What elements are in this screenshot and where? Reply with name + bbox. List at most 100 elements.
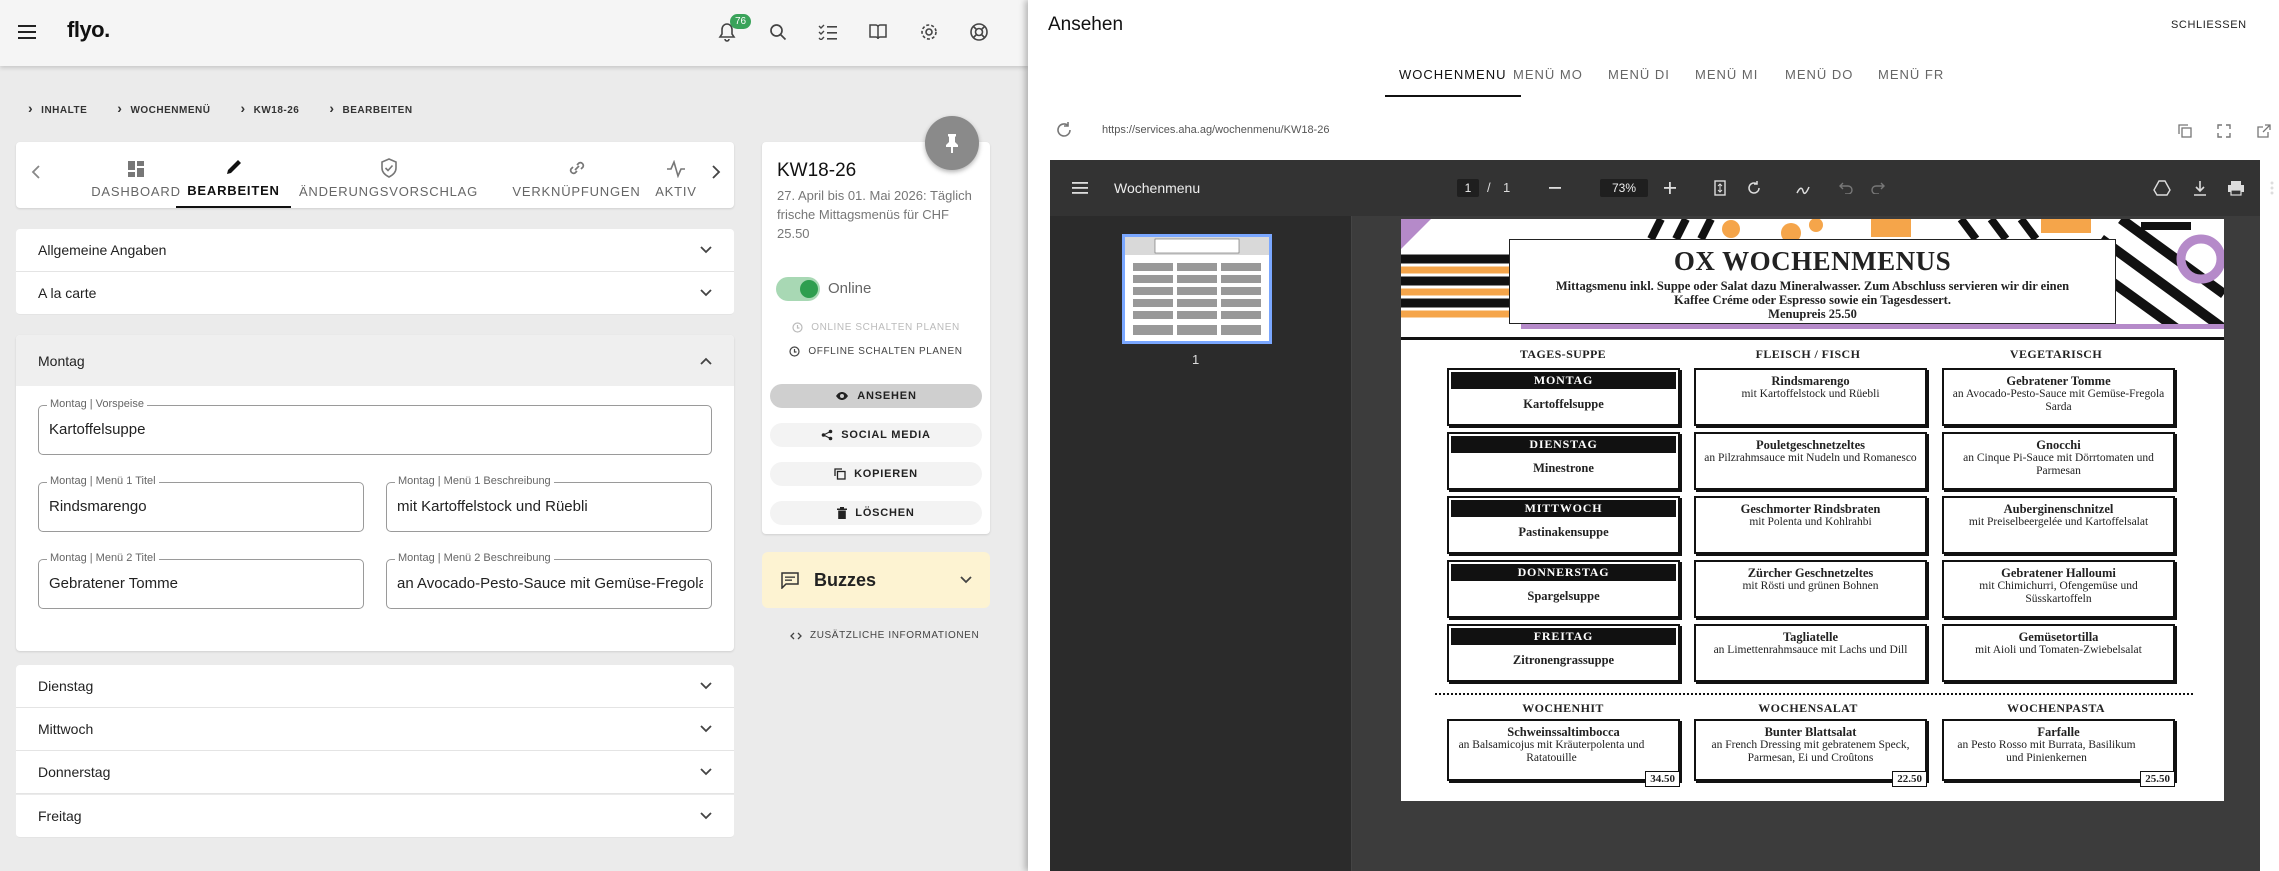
clock-icon [792,322,803,333]
chevron-down-icon [700,682,712,690]
veg-box-freitag: Gemüsetortilla mit Aioli und Tomaten-Zwi… [1942,624,2175,682]
section-donnerstag[interactable]: Donnerstag [16,751,734,794]
pin-icon [946,134,958,153]
menu-subtitle: Mittagsmenu inkl. Suppe oder Salat dazu … [1555,279,2070,307]
section-dienstag[interactable]: Dienstag [16,665,734,708]
trash-icon [837,507,848,519]
divider [1401,337,2224,340]
view-button[interactable]: ANSEHEN [770,384,982,408]
veg-box-dienstag: Gnocchi an Cinque Pi-Sauce mit Dörrtomat… [1942,432,2175,490]
undo-icon[interactable] [1836,178,1856,198]
tab-menu-di[interactable]: MENÜ DI [1608,67,1670,97]
annotate-icon[interactable] [1794,178,1814,198]
breadcrumb-item[interactable]: BEARBEITEN [329,100,413,116]
section-a-la-carte[interactable]: A la carte [16,272,734,315]
social-media-button[interactable]: SOCIAL MEDIA [770,423,982,447]
veg-box-mittwoch: Auberginenschnitzel mit Preiselbeergelée… [1942,496,2175,554]
tab-menu-mo[interactable]: MENÜ MO [1513,67,1583,97]
logo[interactable]: flyo. [67,17,110,43]
additional-info-link[interactable]: ZUSÄTZLICHE INFORMATIONEN [790,630,979,641]
section-montag: Montag Montag | Vorspeise Kartoffelsuppe… [16,335,734,651]
tab-menu-mi[interactable]: MENÜ MI [1695,67,1758,97]
dashboard-icon [127,152,145,178]
fit-page-icon[interactable] [1710,178,1730,198]
more-vertical-icon[interactable] [2262,178,2279,198]
save-to-drive-icon[interactable] [2152,178,2172,198]
section-freitag[interactable]: Freitag [16,795,734,838]
chevron-down-icon [960,576,972,584]
help-lifebuoy-icon[interactable] [964,17,994,47]
pin-button[interactable] [925,116,979,170]
menu-icon[interactable] [1070,178,1090,198]
veg-box-montag: Gebratener Tomme an Avocado-Pesto-Sauce … [1942,368,2175,426]
menu-icon[interactable] [12,17,42,47]
breadcrumb-item[interactable]: WOCHENMENÜ [117,100,210,116]
refresh-icon[interactable] [1054,120,1074,140]
activity-icon [666,152,686,178]
tab-menu-fr[interactable]: MENÜ FR [1878,67,1944,97]
open-external-icon[interactable] [2257,124,2271,138]
tab-bar: DASHBOARD BEARBEITEN ÄNDERUNGSVORSCHLAG … [16,142,734,208]
tab-aenderungsvorschlag[interactable]: ÄNDERUNGSVORSCHLAG [299,142,477,208]
download-icon[interactable] [2190,178,2210,198]
breadcrumb-item[interactable]: INHALTE [28,100,87,116]
tab-verknuepfungen[interactable]: VERKNÜPFUNGEN [494,142,659,208]
tab-wochenmenu[interactable]: WOCHENMENU [1385,67,1521,97]
copy-url-icon[interactable] [2178,124,2192,138]
schedule-online-button[interactable]: ONLINE SCHALTEN PLANEN [762,322,990,333]
vorspeise-field[interactable]: Montag | Vorspeise Kartoffelsuppe [38,398,712,455]
meat-box-freitag: Tagliatelle an Limettenrahmsauce mit Lac… [1694,624,1927,682]
weekly-header-pasta: WOCHENPASTA [2007,701,2105,715]
copy-button[interactable]: KOPIEREN [770,462,982,486]
section-montag-header[interactable]: Montag [16,335,734,386]
section-allgemeine-angaben[interactable]: Allgemeine Angaben [16,229,734,272]
link-icon [567,152,587,178]
meat-box-montag: Rindsmarengo mit Kartoffelstock und Rüeb… [1694,368,1927,426]
menu2-title-field[interactable]: Montag | Menü 2 Titel Gebratener Tomme [38,552,364,609]
page-number-input[interactable]: 1 [1457,179,1479,197]
close-button[interactable]: SCHLIESSEN [2171,19,2247,31]
zoom-level[interactable]: 73% [1600,179,1648,197]
menu2-description-field[interactable]: Montag | Menü 2 Beschreibung an Avocado-… [386,552,712,609]
section-mittwoch[interactable]: Mittwoch [16,708,734,751]
buzzes-panel[interactable]: Buzzes [762,552,990,608]
search-icon[interactable] [763,17,793,47]
preview-title: Ansehen [1048,14,1124,35]
online-toggle[interactable] [776,277,820,301]
delete-button[interactable]: LÖSCHEN [770,501,982,525]
zoom-out-icon[interactable] [1545,178,1565,198]
chevron-down-icon [700,246,712,254]
soup-box-mittwoch: MITTWOCH Pastinakensuppe [1447,496,1680,554]
code-icon [790,632,802,639]
menu1-description-field[interactable]: Montag | Menü 1 Beschreibung mit Kartoff… [386,475,712,532]
chevron-left-icon[interactable] [30,164,42,180]
chevron-right-icon[interactable] [710,164,722,180]
weekly-header-salad: WOCHENSALAT [1758,701,1858,715]
top-bar: flyo. 76 [0,0,1028,66]
task-list-icon[interactable] [813,17,843,47]
page-thumbnail[interactable] [1122,234,1272,344]
eye-icon [836,392,849,400]
gear-icon[interactable] [914,17,944,47]
tab-aktivitaeten[interactable]: AKTIV [646,142,706,208]
tab-bearbeiten[interactable]: BEARBEITEN [176,142,291,208]
url-field[interactable]: https://services.aha.ag/wochenmenu/KW18-… [1090,118,2205,144]
price-tag: 22.50 [1892,771,1927,787]
toggle-knob [800,280,818,298]
book-icon[interactable] [863,17,893,47]
schedule-offline-button[interactable]: OFFLINE SCHALTEN PLANEN [762,346,990,357]
soup-box-donnerstag: DONNERSTAG Spargelsuppe [1447,560,1680,618]
menu1-title-field[interactable]: Montag | Menü 1 Titel Rindsmarengo [38,475,364,532]
print-icon[interactable] [2226,178,2246,198]
breadcrumb-item[interactable]: KW18-26 [240,100,299,116]
chevron-down-icon [700,289,712,297]
share-icon [821,429,833,441]
page-separator: / [1487,180,1491,195]
price-tag: 34.50 [1645,771,1680,787]
zoom-in-icon[interactable] [1660,178,1680,198]
breadcrumb: INHALTE WOCHENMENÜ KW18-26 BEARBEITEN [28,100,413,116]
rotate-icon[interactable] [1744,178,1764,198]
redo-icon[interactable] [1868,178,1888,198]
tab-menu-do[interactable]: MENÜ DO [1785,67,1853,97]
fullscreen-icon[interactable] [2217,124,2231,138]
